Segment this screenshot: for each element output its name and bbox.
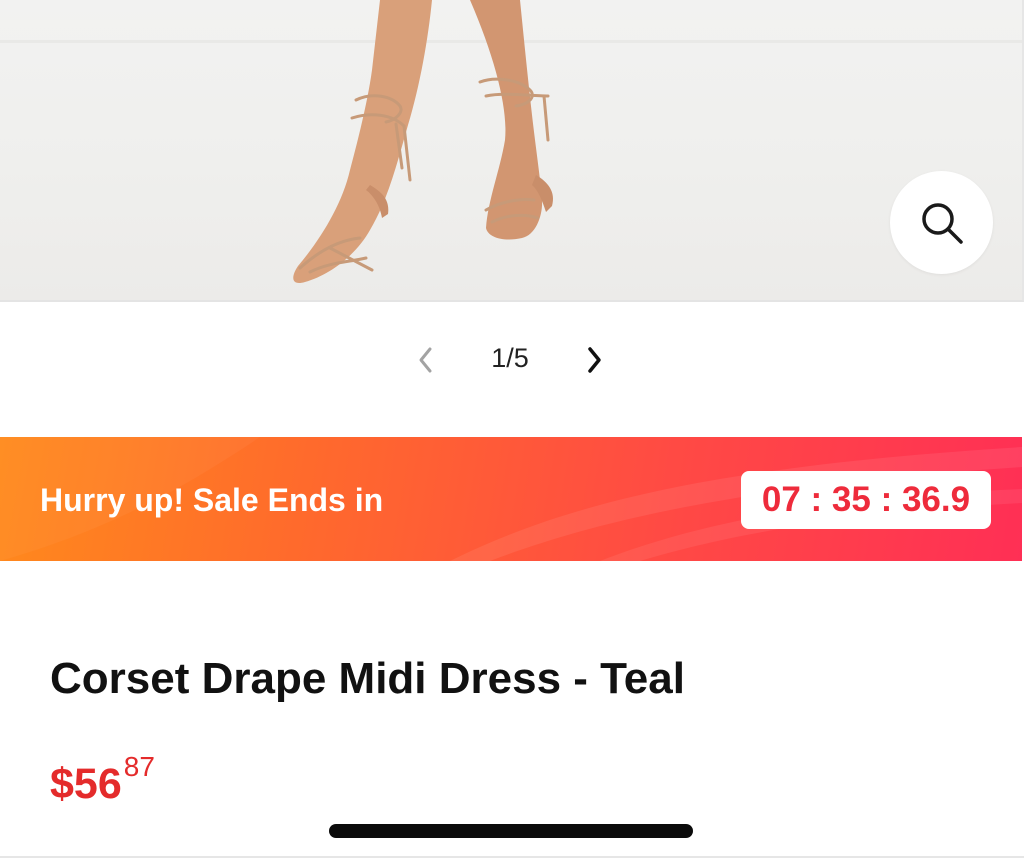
product-image[interactable] [0, 0, 1024, 302]
zoom-button[interactable] [890, 171, 993, 274]
sale-banner: Hurry up! Sale Ends in 07 : 35 : 36.9 [0, 437, 1022, 561]
bottom-divider [0, 856, 1024, 858]
price-cents: 87 [123, 751, 155, 782]
price-main: $56 [50, 760, 122, 808]
image-counter: 1/5 [491, 343, 529, 373]
next-image-button[interactable] [576, 340, 612, 380]
search-icon [921, 202, 963, 244]
product-title: Corset Drape Midi Dress - Teal [50, 654, 685, 703]
product-photo [0, 0, 1022, 284]
previous-image-button[interactable] [408, 340, 444, 380]
product-price: $5687 [50, 751, 155, 809]
image-pager: 1/5 [0, 330, 1024, 390]
sale-label: Hurry up! Sale Ends in [40, 482, 384, 518]
product-detail-screen: 1/5 Hurry up! Sale Ends in 07 : 35 : 36.… [0, 0, 1024, 861]
sale-countdown: 07 : 35 : 36.9 [741, 471, 991, 529]
chevron-right-icon [588, 347, 601, 373]
home-indicator[interactable] [329, 824, 693, 838]
chevron-left-icon [419, 347, 432, 373]
